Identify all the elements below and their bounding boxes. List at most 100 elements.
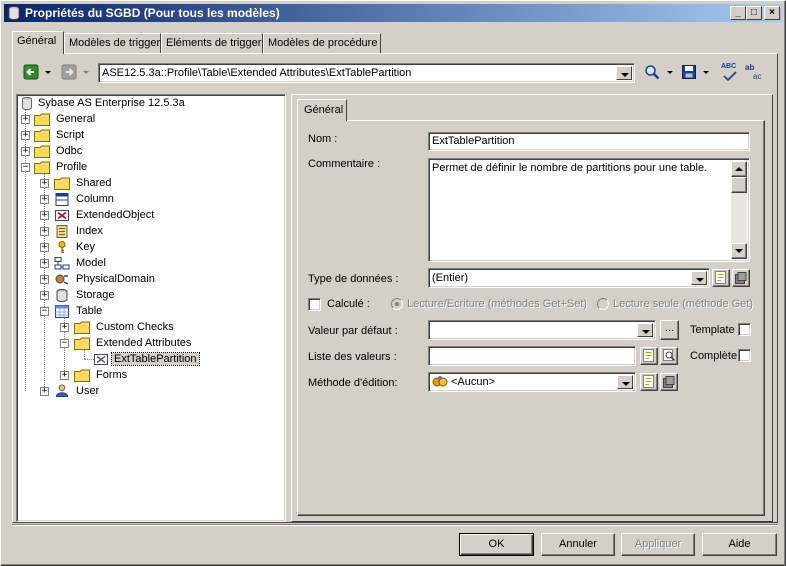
save-button[interactable] [681, 64, 699, 82]
chevron-down-icon[interactable] [616, 66, 632, 80]
template-checkbox[interactable] [738, 323, 751, 336]
list-search-button[interactable] [660, 347, 678, 365]
tree-item-forms[interactable]: + Forms [17, 368, 277, 384]
expand-icon[interactable]: + [40, 259, 49, 268]
default-combobox[interactable] [428, 320, 656, 340]
list-input[interactable] [428, 346, 636, 366]
back-dropdown-icon[interactable] [45, 71, 51, 74]
expand-icon[interactable]: + [21, 147, 30, 156]
computed-checkbox[interactable] [308, 298, 321, 311]
edit-method-combobox[interactable]: <Aucun> [428, 372, 636, 392]
ok-button[interactable]: OK [459, 533, 534, 556]
path-combobox[interactable]: ASE12.5.3a::Profile\Table\Extended Attri… [98, 63, 635, 83]
tab-trigger-templates[interactable]: Modèles de trigger [64, 33, 161, 53]
tree-item-physicaldomain[interactable]: + PhysicalDomain [17, 272, 277, 288]
computed-label: Calculé : [327, 298, 370, 310]
expand-icon[interactable]: + [40, 179, 49, 188]
tree-item-index[interactable]: + Index [17, 224, 277, 240]
table-icon [55, 305, 69, 318]
collapse-icon[interactable]: − [40, 307, 49, 316]
folder-icon [74, 369, 90, 382]
chevron-down-icon[interactable] [617, 375, 633, 389]
tree-item-general[interactable]: + General [17, 112, 277, 128]
dialog-window: Propriétés du SGBD (Pour tous les modèle… [0, 0, 786, 566]
tab-general[interactable]: Général [12, 31, 64, 54]
expand-icon[interactable]: + [21, 131, 30, 140]
expand-icon[interactable]: + [40, 243, 49, 252]
readonly-radio[interactable] [597, 298, 609, 310]
tree-item-model[interactable]: + Model [17, 256, 277, 272]
tree-item-extended-attributes[interactable]: − Extended Attributes [17, 336, 277, 352]
edit-method-properties-button[interactable] [640, 373, 658, 391]
name-label: Nom : [308, 133, 338, 145]
scroll-thumb[interactable] [731, 177, 747, 193]
scroll-down-icon[interactable] [731, 243, 747, 259]
folder-icon [34, 113, 50, 126]
tree-item-label: PhysicalDomain [76, 273, 155, 285]
collapse-icon[interactable]: − [21, 163, 30, 172]
scroll-up-icon[interactable] [731, 161, 747, 177]
expand-icon[interactable]: + [60, 371, 69, 380]
tree-item-custom-checks[interactable]: + Custom Checks [17, 320, 277, 336]
chevron-down-icon[interactable] [691, 271, 707, 285]
expand-icon[interactable]: + [60, 323, 69, 332]
name-input[interactable]: ExtTablePartition [428, 132, 750, 151]
minimize-button[interactable]: _ [730, 6, 746, 20]
chevron-down-icon[interactable] [637, 323, 653, 337]
datatype-new-button[interactable] [732, 269, 750, 287]
help-button[interactable]: Aide [702, 533, 777, 556]
tree-item-column[interactable]: + Column [17, 192, 277, 208]
comment-textarea[interactable]: Permet de définir le nombre de partition… [428, 158, 750, 262]
default-browse-button[interactable]: ... [660, 320, 679, 340]
tree-item-odbc[interactable]: + Odbc [17, 144, 277, 160]
forward-button[interactable] [61, 64, 79, 82]
expand-icon[interactable]: + [40, 227, 49, 236]
apply-button[interactable]: Appliquer [621, 533, 695, 556]
tree-item-profile[interactable]: − Profile [17, 160, 277, 176]
tree-item-table[interactable]: − Table [17, 304, 277, 320]
find-button[interactable] [644, 64, 662, 82]
tab-trigger-elements[interactable]: Eléments de trigger [161, 33, 263, 53]
find-dropdown-icon[interactable] [667, 71, 673, 74]
forward-arrow-icon [61, 64, 77, 80]
new-object-icon [663, 376, 675, 388]
edit-method-new-button[interactable] [660, 373, 678, 391]
tree-item-root[interactable]: Sybase AS Enterprise 12.5.3a [17, 96, 277, 112]
back-button[interactable] [23, 64, 41, 82]
expand-icon[interactable]: + [40, 211, 49, 220]
spellcheck-button[interactable]: ABC [719, 63, 739, 83]
spell-check-mark-icon [723, 71, 737, 81]
datatype-properties-button[interactable] [712, 269, 730, 287]
complete-checkbox[interactable] [738, 349, 751, 362]
expand-icon[interactable]: + [40, 195, 49, 204]
tree-item-shared[interactable]: + Shared [17, 176, 277, 192]
datatype-combobox[interactable]: (Entier) [428, 268, 710, 288]
maximize-button[interactable]: □ [746, 6, 762, 20]
close-button[interactable]: × [764, 6, 780, 20]
list-edit-button[interactable] [640, 347, 658, 365]
tab-detail-general[interactable]: Général [297, 99, 347, 121]
comment-scrollbar[interactable] [731, 161, 747, 259]
tree-item-user[interactable]: + User [17, 384, 277, 400]
tree-item-exttablepartition[interactable]: ExtTablePartition [17, 352, 277, 368]
folder-icon [34, 129, 50, 142]
tree-item-storage[interactable]: + Storage [17, 288, 277, 304]
open-folder-icon [74, 337, 90, 350]
readwrite-radio[interactable] [391, 298, 403, 310]
forward-dropdown-icon[interactable] [83, 71, 89, 74]
datatype-label: Type de données : [308, 273, 399, 285]
replace-button[interactable]: ab ac [743, 63, 763, 83]
tab-procedure-templates[interactable]: Modèles de procédure [263, 33, 381, 53]
tree-item-key[interactable]: + Key [17, 240, 277, 256]
tree-item-script[interactable]: + Script [17, 128, 277, 144]
expand-icon[interactable]: + [40, 291, 49, 300]
cancel-button[interactable]: Annuler [541, 533, 615, 556]
tree-item-extendedobject[interactable]: + ExtendedObject [17, 208, 277, 224]
collapse-icon[interactable]: − [60, 339, 69, 348]
tree-view[interactable]: Sybase AS Enterprise 12.5.3a + General +… [16, 94, 286, 522]
expand-icon[interactable]: + [21, 115, 30, 124]
save-dropdown-icon[interactable] [703, 71, 709, 74]
expand-icon[interactable]: + [40, 387, 49, 396]
title-bar[interactable]: Propriétés du SGBD (Pour tous les modèle… [4, 4, 782, 22]
expand-icon[interactable]: + [40, 275, 49, 284]
